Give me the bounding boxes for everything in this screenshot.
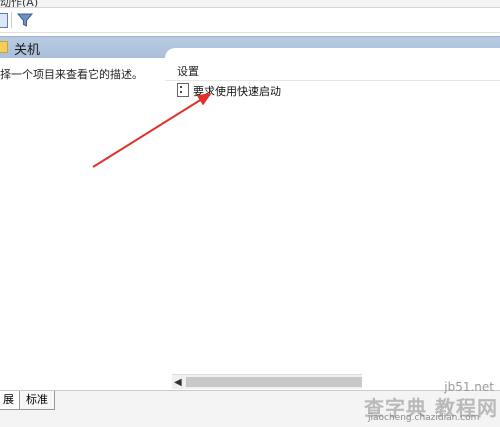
settings-pane: 设置 要求使用快速启动 (165, 48, 500, 390)
column-header-label: 设置 (177, 65, 199, 78)
toolbar-view-button[interactable] (0, 13, 8, 28)
filter-button[interactable] (16, 12, 34, 28)
setting-policy-icon (177, 83, 189, 97)
tab-standard[interactable]: 标准 (19, 391, 55, 410)
folder-icon (0, 41, 8, 53)
menu-bar: 动作(A) (0, 0, 500, 8)
watermark-url: jiaocheng.chazidian.com (368, 413, 480, 423)
description-text: 择一个项目来查看它的描述。 (0, 68, 143, 81)
menu-partial-text[interactable]: 动作(A) (0, 0, 38, 7)
horizontal-scrollbar[interactable]: ◀ (172, 374, 362, 389)
column-header-setting[interactable]: 设置 (165, 58, 500, 81)
site-watermark: jb51.net 查字典 教程网 jiaocheng.chazidian.com (362, 380, 500, 426)
toolbar-separator (11, 12, 12, 28)
tab-extended[interactable]: 展 (0, 391, 21, 410)
scroll-left-arrow-icon[interactable]: ◀ (174, 377, 182, 388)
setting-row-fast-startup[interactable]: 要求使用快速启动 (177, 82, 477, 98)
setting-label: 要求使用快速启动 (193, 85, 281, 98)
node-title: 关机 (14, 43, 41, 58)
description-pane: 择一个项目来查看它的描述。 (0, 58, 165, 390)
filter-icon (16, 13, 34, 27)
scrollbar-thumb[interactable] (186, 377, 362, 387)
toolbar (0, 8, 500, 33)
